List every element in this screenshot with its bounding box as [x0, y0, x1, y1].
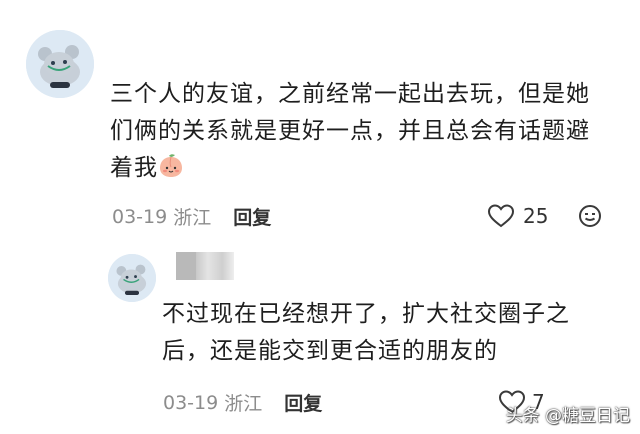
main-comment-line: 三个人的友谊，之前经常一起出去玩，但是她: [110, 81, 590, 107]
comment-date: 03-19: [163, 391, 219, 414]
reply-comment-meta: 03-19 浙江 回复: [163, 389, 322, 416]
peach-face-emoji-icon: [158, 153, 184, 179]
reply-comment-line: 后，还是能交到更合适的朋友的: [162, 338, 498, 364]
main-comment-meta: 03-19 浙江 回复: [112, 203, 271, 230]
main-comment-text: 三个人的友谊，之前经常一起出去玩，但是她 们俩的关系就是更好一点，并且总会有话题…: [110, 76, 616, 187]
heart-icon: [487, 204, 515, 228]
reply-commenter-avatar[interactable]: [108, 254, 156, 302]
reply-comment-text: 不过现在已经想开了，扩大社交圈子之 后，还是能交到更合适的朋友的: [162, 296, 602, 370]
mouse-cartoon-avatar-image: [26, 30, 94, 98]
smiley-face-icon: [579, 205, 601, 227]
reply-button[interactable]: 回复: [233, 203, 271, 230]
commenter-avatar[interactable]: [26, 30, 94, 98]
like-button[interactable]: 25: [487, 203, 548, 229]
reply-button[interactable]: 回复: [284, 389, 322, 416]
blurred-username-block: [176, 252, 196, 280]
like-count: 25: [523, 204, 549, 228]
main-comment-line: 们俩的关系就是更好一点，并且总会有话题避: [110, 118, 590, 144]
comment-location: 浙江: [173, 207, 212, 229]
reply-comment-line: 不过现在已经想开了，扩大社交圈子之: [162, 301, 570, 327]
emoji-reaction-button[interactable]: [578, 204, 602, 228]
main-comment-line: 着我: [110, 150, 616, 187]
mouse-cartoon-avatar-image: [108, 254, 156, 302]
main-comment-line-text: 着我: [110, 155, 158, 181]
watermark: 头条 @糖豆日记: [505, 406, 630, 426]
comment-date: 03-19: [112, 205, 168, 228]
comment-location: 浙江: [224, 393, 263, 415]
